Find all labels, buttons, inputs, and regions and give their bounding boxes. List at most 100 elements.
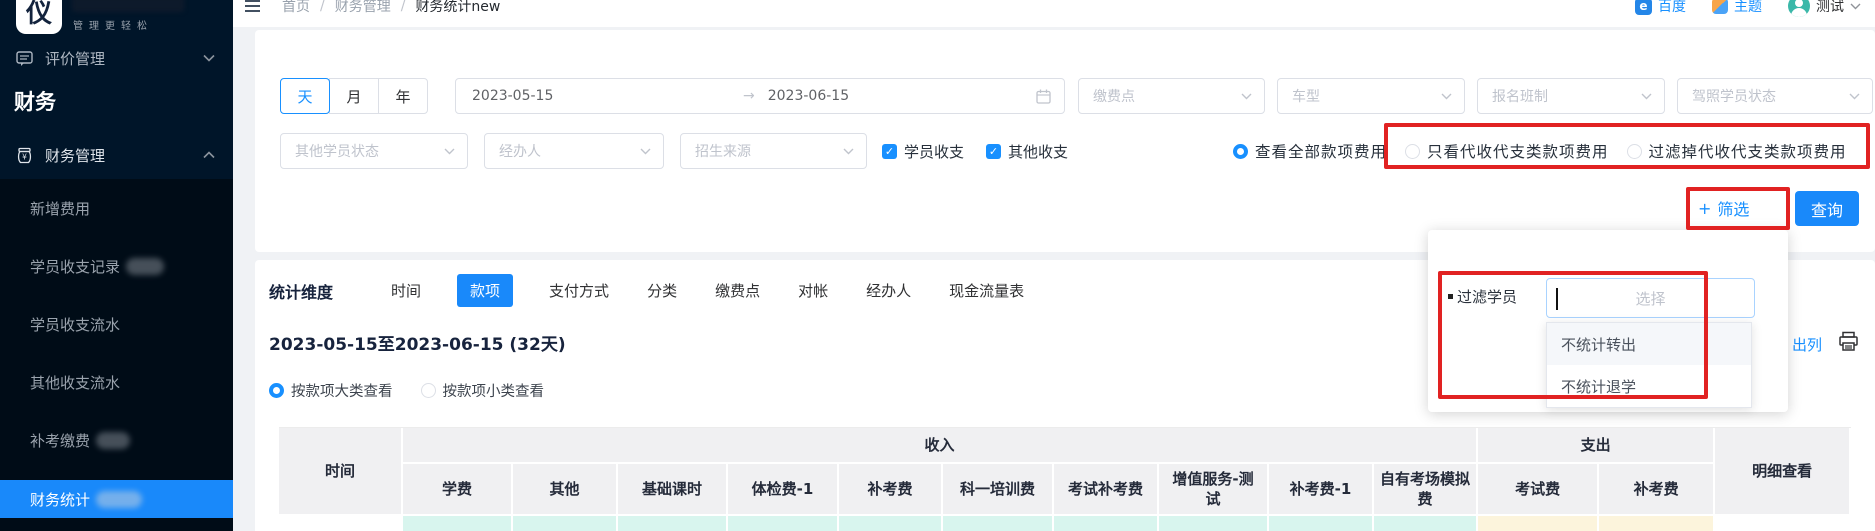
select-placeholder: 车型 <box>1292 89 1320 105</box>
scope-checkbox-group: ✓ 学员收支 ✓ 其他收支 <box>882 133 1068 169</box>
calendar-icon <box>1036 89 1051 104</box>
sidebar-item-new-fee[interactable]: 新增费用 <box>0 179 233 237</box>
chevron-down-icon <box>1849 93 1860 100</box>
col-header-detail: 明细查看 <box>1715 428 1852 516</box>
sidebar-item-label: 评价管理 <box>45 49 106 68</box>
date-end-value[interactable]: 2023-06-15 <box>755 88 1036 104</box>
topbar-actions: e 百度 主题 测试 <box>1635 0 1861 19</box>
checkbox-checked-icon: ✓ <box>986 143 1002 159</box>
sidebar-item-label: 补考缴费 <box>30 431 91 450</box>
theme-link[interactable]: 主题 <box>1712 0 1762 16</box>
chevron-up-icon <box>203 151 215 159</box>
vehicle-type-select[interactable]: 车型 <box>1277 78 1465 114</box>
theme-label: 主题 <box>1734 0 1762 15</box>
fee-scope-radio-group: 查看全部款项费用 只看代收代支类款项费用 过滤掉代收代支类款项费用 <box>1233 133 1847 169</box>
sidebar-collapse-icon[interactable] <box>245 0 260 12</box>
breadcrumb-home[interactable]: 首页 <box>282 0 310 16</box>
radio-view-all-fees[interactable]: 查看全部款项费用 <box>1233 140 1387 162</box>
filter-card: 天 月 年 2023-05-15 → 2023-06-15 缴费点 车型 报名班… <box>255 30 1875 252</box>
chevron-down-icon <box>843 148 854 155</box>
other-student-status-select[interactable]: 其他学员状态 <box>280 133 468 169</box>
sidebar-submenu: 新增费用 学员收支记录 学员收支流水 其他收支流水 补考缴费 <box>0 179 233 531</box>
tab-cash-flow-statement[interactable]: 现金流量表 <box>947 274 1026 307</box>
sidebar-item-finance-statistics-selected[interactable]: 财务统计 <box>0 480 233 518</box>
tab-time[interactable]: 时间 <box>389 274 423 307</box>
payment-point-select[interactable]: 缴费点 <box>1078 78 1265 114</box>
sidebar-item-label: 财务统计 <box>30 490 91 509</box>
class-type-select[interactable]: 报名班制 <box>1477 78 1665 114</box>
tab-reconciliation[interactable]: 对帐 <box>796 274 830 307</box>
select-placeholder: 选择 <box>1635 289 1666 308</box>
breadcrumb-finance[interactable]: 财务管理 <box>335 0 391 16</box>
custom-columns-link-partial[interactable]: 出列 <box>1792 334 1822 355</box>
query-button[interactable]: 查询 <box>1795 191 1859 226</box>
brand-name-redacted <box>72 0 184 12</box>
comment-icon <box>16 50 33 67</box>
tab-handler[interactable]: 经办人 <box>864 274 913 307</box>
radio-view-by-minor-fee-class[interactable]: 按款项小类查看 <box>420 380 544 401</box>
license-student-status-select[interactable]: 驾照学员状态 <box>1677 78 1873 114</box>
svg-text:¥: ¥ <box>22 152 27 161</box>
view-mode-radio-group: 按款项大类查看 按款项小类查看 <box>269 380 544 401</box>
col-header-basic-hours: 基础课时 <box>618 464 728 516</box>
col-header-expense-retest-fee: 补考费 <box>1599 464 1716 516</box>
chevron-down-icon <box>444 148 455 155</box>
radio-selected-icon <box>1233 143 1248 159</box>
dimension-label: 统计维度 <box>269 282 334 302</box>
tab-category[interactable]: 分类 <box>645 274 679 307</box>
breadcrumb-current-page: 财务统计new <box>415 0 501 15</box>
sidebar-item-label: 其他收支流水 <box>30 373 121 392</box>
chevron-down-icon <box>203 54 215 62</box>
browser-link[interactable]: e 百度 <box>1635 0 1686 16</box>
breadcrumb: 首页 / 财务管理 / 财务统计new <box>245 0 500 19</box>
user-menu[interactable]: 测试 <box>1788 0 1861 17</box>
radio-only-agency-fees[interactable]: 只看代收代支类款项费用 <box>1405 140 1609 162</box>
sidebar-item-eval-management[interactable]: 评价管理 <box>0 42 233 74</box>
period-year-button[interactable]: 年 <box>378 78 428 114</box>
period-day-button[interactable]: 天 <box>280 78 330 114</box>
filter-student-select-input[interactable]: 选择 <box>1546 278 1755 318</box>
filter-popover: 过滤学员 选择 不统计转出 不统计退学 <box>1428 230 1788 412</box>
topbar: 首页 / 财务管理 / 财务统计new e 百度 主题 测试 <box>233 0 1875 27</box>
table-row[interactable] <box>279 516 1852 531</box>
recruit-source-select[interactable]: 招生来源 <box>680 133 867 169</box>
browser-label: 百度 <box>1658 0 1686 15</box>
sidebar-item-student-cash-flow[interactable]: 学员收支流水 <box>0 295 233 353</box>
radio-exclude-agency-fees[interactable]: 过滤掉代收代支类款项费用 <box>1626 140 1847 162</box>
select-placeholder: 招生来源 <box>695 144 751 160</box>
sidebar-item-other-cash-flow[interactable]: 其他收支流水 <box>0 353 233 411</box>
student-income-expense-checkbox[interactable]: ✓ 学员收支 <box>882 141 964 162</box>
filter-button[interactable]: + 筛选 <box>1698 192 1749 224</box>
blurred-badge <box>96 431 131 449</box>
other-income-expense-checkbox[interactable]: ✓ 其他收支 <box>986 141 1068 162</box>
tab-payment-method[interactable]: 支付方式 <box>547 274 611 307</box>
app-logo-icon: 仪 <box>16 0 62 34</box>
period-segmented-control: 天 月 年 <box>280 78 428 114</box>
sidebar: 仪 管理更轻松 评价管理 财务 ¥ 财务管理 新增费用 学员收支记录 学员收支流… <box>0 0 233 531</box>
print-icon[interactable] <box>1838 331 1859 356</box>
app-root: 仪 管理更轻松 评价管理 财务 ¥ 财务管理 新增费用 学员收支记录 学员收支流… <box>0 0 1875 531</box>
col-group-income: 收入 <box>403 428 1479 464</box>
handler-select[interactable]: 经办人 <box>484 133 664 169</box>
radio-label: 过滤掉代收代支类款项费用 <box>1648 143 1847 161</box>
period-month-button[interactable]: 月 <box>329 78 379 114</box>
option-exclude-transfer-out[interactable]: 不统计转出 <box>1547 323 1751 365</box>
date-range-title: 2023-05-15至2023-06-15 (32天) <box>269 335 566 355</box>
sidebar-item-student-payment-records[interactable]: 学员收支记录 <box>0 237 233 295</box>
tab-fee-item-active[interactable]: 款项 <box>457 274 514 307</box>
user-avatar <box>1788 0 1810 17</box>
date-range-picker[interactable]: 2023-05-15 → 2023-06-15 <box>455 78 1065 114</box>
radio-view-by-major-fee-class[interactable]: 按款项大类查看 <box>269 380 393 401</box>
date-start-value[interactable]: 2023-05-15 <box>456 88 743 104</box>
col-header-exam-fee: 考试费 <box>1478 464 1600 516</box>
col-header-other: 其他 <box>513 464 618 516</box>
tab-payment-point[interactable]: 缴费点 <box>713 274 762 307</box>
col-header-retest-fee: 补考费 <box>839 464 943 516</box>
col-header-exam-retest-fee: 考试补考费 <box>1054 464 1159 516</box>
sidebar-item-finance-management[interactable]: ¥ 财务管理 <box>0 139 233 171</box>
sidebar-item-retest-payment[interactable]: 补考缴费 <box>0 411 233 469</box>
checkbox-label: 学员收支 <box>904 142 965 161</box>
col-header-physical-exam-fee: 体检费-1 <box>728 464 839 516</box>
option-exclude-dropout[interactable]: 不统计退学 <box>1547 365 1751 407</box>
brand-tagline: 管理更轻松 <box>73 21 153 32</box>
